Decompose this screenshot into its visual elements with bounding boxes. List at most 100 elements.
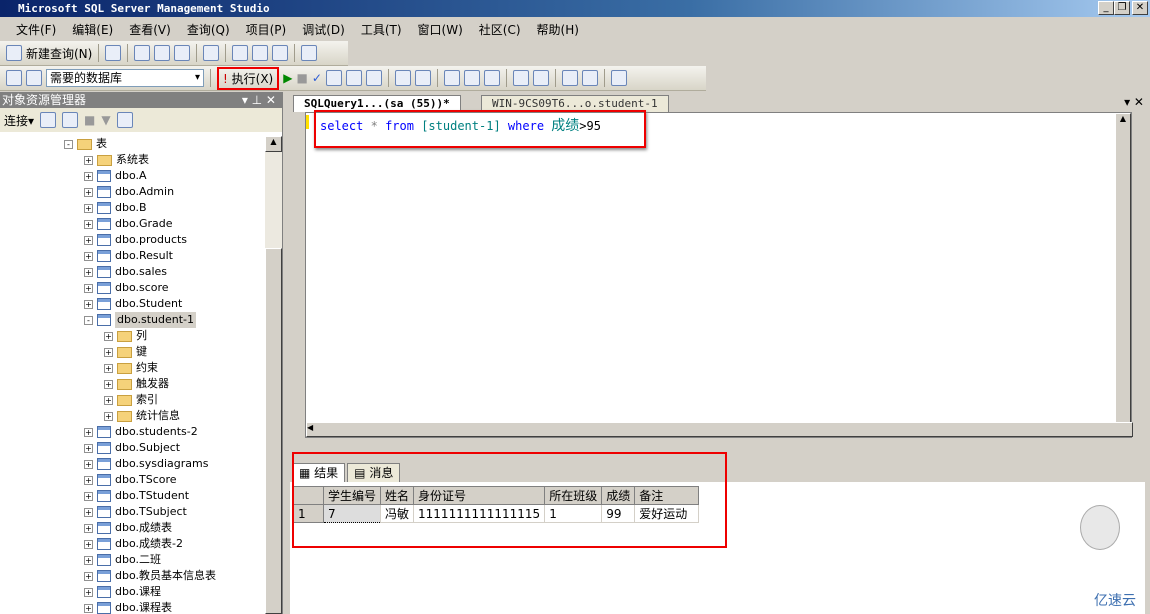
expand-icon[interactable]: + — [84, 251, 93, 261]
xmla-query-icon[interactable] — [174, 45, 191, 61]
tree-node[interactable]: + dbo.sysdiagrams — [84, 456, 208, 472]
tree-node[interactable]: + dbo.sales — [84, 264, 167, 280]
tree-node[interactable]: + dbo.教员基本信息表 — [84, 568, 216, 584]
tree-node[interactable]: + dbo.B — [84, 200, 147, 216]
results-text-icon[interactable] — [443, 70, 460, 86]
expand-icon[interactable]: + — [104, 363, 113, 373]
expand-icon[interactable]: + — [84, 475, 93, 485]
tree-node[interactable]: + dbo.score — [84, 280, 169, 296]
tree-node[interactable]: + 系统表 — [84, 152, 149, 168]
expand-icon[interactable]: + — [104, 347, 113, 357]
expand-icon[interactable]: + — [84, 443, 93, 453]
expand-icon[interactable]: + — [84, 283, 93, 293]
expand-icon[interactable]: + — [84, 267, 93, 277]
tree-node[interactable]: + 约束 — [104, 360, 158, 376]
tree-node[interactable]: + dbo.A — [84, 168, 147, 184]
tree-node[interactable]: + dbo.课程表 — [84, 600, 172, 614]
menu-project[interactable]: 项目(P) — [238, 21, 295, 38]
open-icon[interactable] — [232, 45, 249, 61]
tree-node[interactable]: + 索引 — [104, 392, 158, 408]
sqlce-query-icon[interactable] — [203, 45, 220, 61]
tree-node[interactable]: + 键 — [104, 344, 147, 360]
expand-icon[interactable]: + — [84, 203, 93, 213]
tree-scrollbar[interactable]: ▲ — [265, 136, 282, 614]
tree-node[interactable]: + 列 — [104, 328, 147, 344]
save-icon[interactable] — [252, 45, 269, 61]
expand-icon[interactable]: + — [84, 603, 93, 613]
connect-button[interactable]: 连接▾ — [4, 112, 34, 129]
menu-tools[interactable]: 工具(T) — [353, 21, 410, 38]
stop-icon[interactable]: ■ — [84, 113, 95, 127]
tree-node[interactable]: + dbo.students-2 — [84, 424, 198, 440]
close-panel-icon[interactable]: ▾ ⊥ ✕ — [242, 92, 276, 108]
connect-server-icon[interactable] — [40, 112, 57, 128]
tree-node[interactable]: + dbo.TScore — [84, 472, 177, 488]
expand-icon[interactable]: + — [84, 587, 93, 597]
tree-node[interactable]: + dbo.Subject — [84, 440, 180, 456]
comment-icon[interactable] — [512, 70, 529, 86]
expand-icon[interactable]: + — [104, 411, 113, 421]
tree-node[interactable]: + dbo.TStudent — [84, 488, 189, 504]
tree-node[interactable]: + dbo.Admin — [84, 184, 174, 200]
menu-community[interactable]: 社区(C) — [471, 21, 529, 38]
expand-icon[interactable]: + — [84, 235, 93, 245]
outdent-icon[interactable] — [561, 70, 578, 86]
specify-values-icon[interactable] — [610, 70, 627, 86]
expand-icon[interactable]: + — [84, 571, 93, 581]
client-stats-icon[interactable] — [414, 70, 431, 86]
menu-query[interactable]: 查询(Q) — [179, 21, 238, 38]
expand-icon[interactable]: + — [84, 507, 93, 517]
results-to-text-icon[interactable] — [365, 70, 382, 86]
connect-icon[interactable] — [6, 70, 22, 86]
restore-button[interactable]: ❐ — [1114, 1, 1130, 15]
tree-node[interactable]: + dbo.成绩表 — [84, 520, 172, 536]
tree-node[interactable]: + 触发器 — [104, 376, 169, 392]
debug-icon[interactable]: ▶ — [283, 71, 292, 85]
uncomment-icon[interactable] — [532, 70, 549, 86]
expand-icon[interactable]: + — [84, 491, 93, 501]
parse-icon[interactable]: ✓ — [312, 71, 322, 85]
expand-icon[interactable]: + — [84, 523, 93, 533]
tree-node[interactable]: + 统计信息 — [104, 408, 180, 424]
editor-horizontal-scrollbar[interactable]: ◀ — [306, 422, 1133, 437]
expand-icon[interactable]: + — [84, 187, 93, 197]
stop-icon[interactable]: ■ — [296, 71, 307, 85]
menu-help[interactable]: 帮助(H) — [529, 21, 587, 38]
menu-debug[interactable]: 调试(D) — [294, 21, 353, 38]
filter-icon[interactable]: ▼ — [101, 113, 110, 127]
collapse-icon[interactable]: - — [84, 315, 93, 325]
expand-icon[interactable]: + — [104, 395, 113, 405]
print-icon[interactable] — [272, 45, 289, 61]
close-document-icon[interactable]: ▾ ✕ — [1124, 95, 1144, 109]
expand-icon[interactable]: + — [104, 379, 113, 389]
tree-node[interactable]: + dbo.products — [84, 232, 187, 248]
new-file-icon[interactable] — [105, 45, 122, 61]
expand-icon[interactable]: + — [84, 459, 93, 469]
menu-view[interactable]: 查看(V) — [121, 21, 179, 38]
tree-node[interactable]: + dbo.Grade — [84, 216, 173, 232]
expand-icon[interactable]: + — [104, 331, 113, 341]
mdx-query-icon[interactable] — [134, 45, 151, 61]
menu-window[interactable]: 窗口(W) — [410, 21, 471, 38]
tree-node[interactable]: + dbo.Result — [84, 248, 173, 264]
tree-node[interactable]: + dbo.Student — [84, 296, 182, 312]
dmx-query-icon[interactable] — [154, 45, 171, 61]
close-button[interactable]: ✕ — [1132, 1, 1148, 15]
tree-node[interactable]: + dbo.课程 — [84, 584, 161, 600]
execute-button[interactable]: ! 执行(X) — [217, 66, 280, 90]
indent-icon[interactable] — [581, 70, 598, 86]
editor-vertical-scrollbar[interactable]: ▲ — [1115, 113, 1131, 423]
estimated-plan-icon[interactable] — [325, 70, 342, 86]
query-designer-icon[interactable] — [345, 70, 362, 86]
tree-node[interactable]: -表 — [64, 136, 107, 152]
collapse-icon[interactable]: - — [64, 139, 73, 149]
database-select[interactable]: 需要的数据库 — [46, 69, 204, 87]
disconnect-icon[interactable] — [26, 70, 42, 86]
tree-node[interactable]: + dbo.二班 — [84, 552, 161, 568]
expand-icon[interactable]: + — [84, 219, 93, 229]
menu-edit[interactable]: 编辑(E) — [64, 21, 121, 38]
menu-file[interactable]: 文件(F) — [8, 21, 64, 38]
minimize-button[interactable]: _ — [1098, 1, 1114, 15]
tree-node[interactable]: + dbo.TSubject — [84, 504, 187, 520]
activity-monitor-icon[interactable] — [301, 45, 318, 61]
